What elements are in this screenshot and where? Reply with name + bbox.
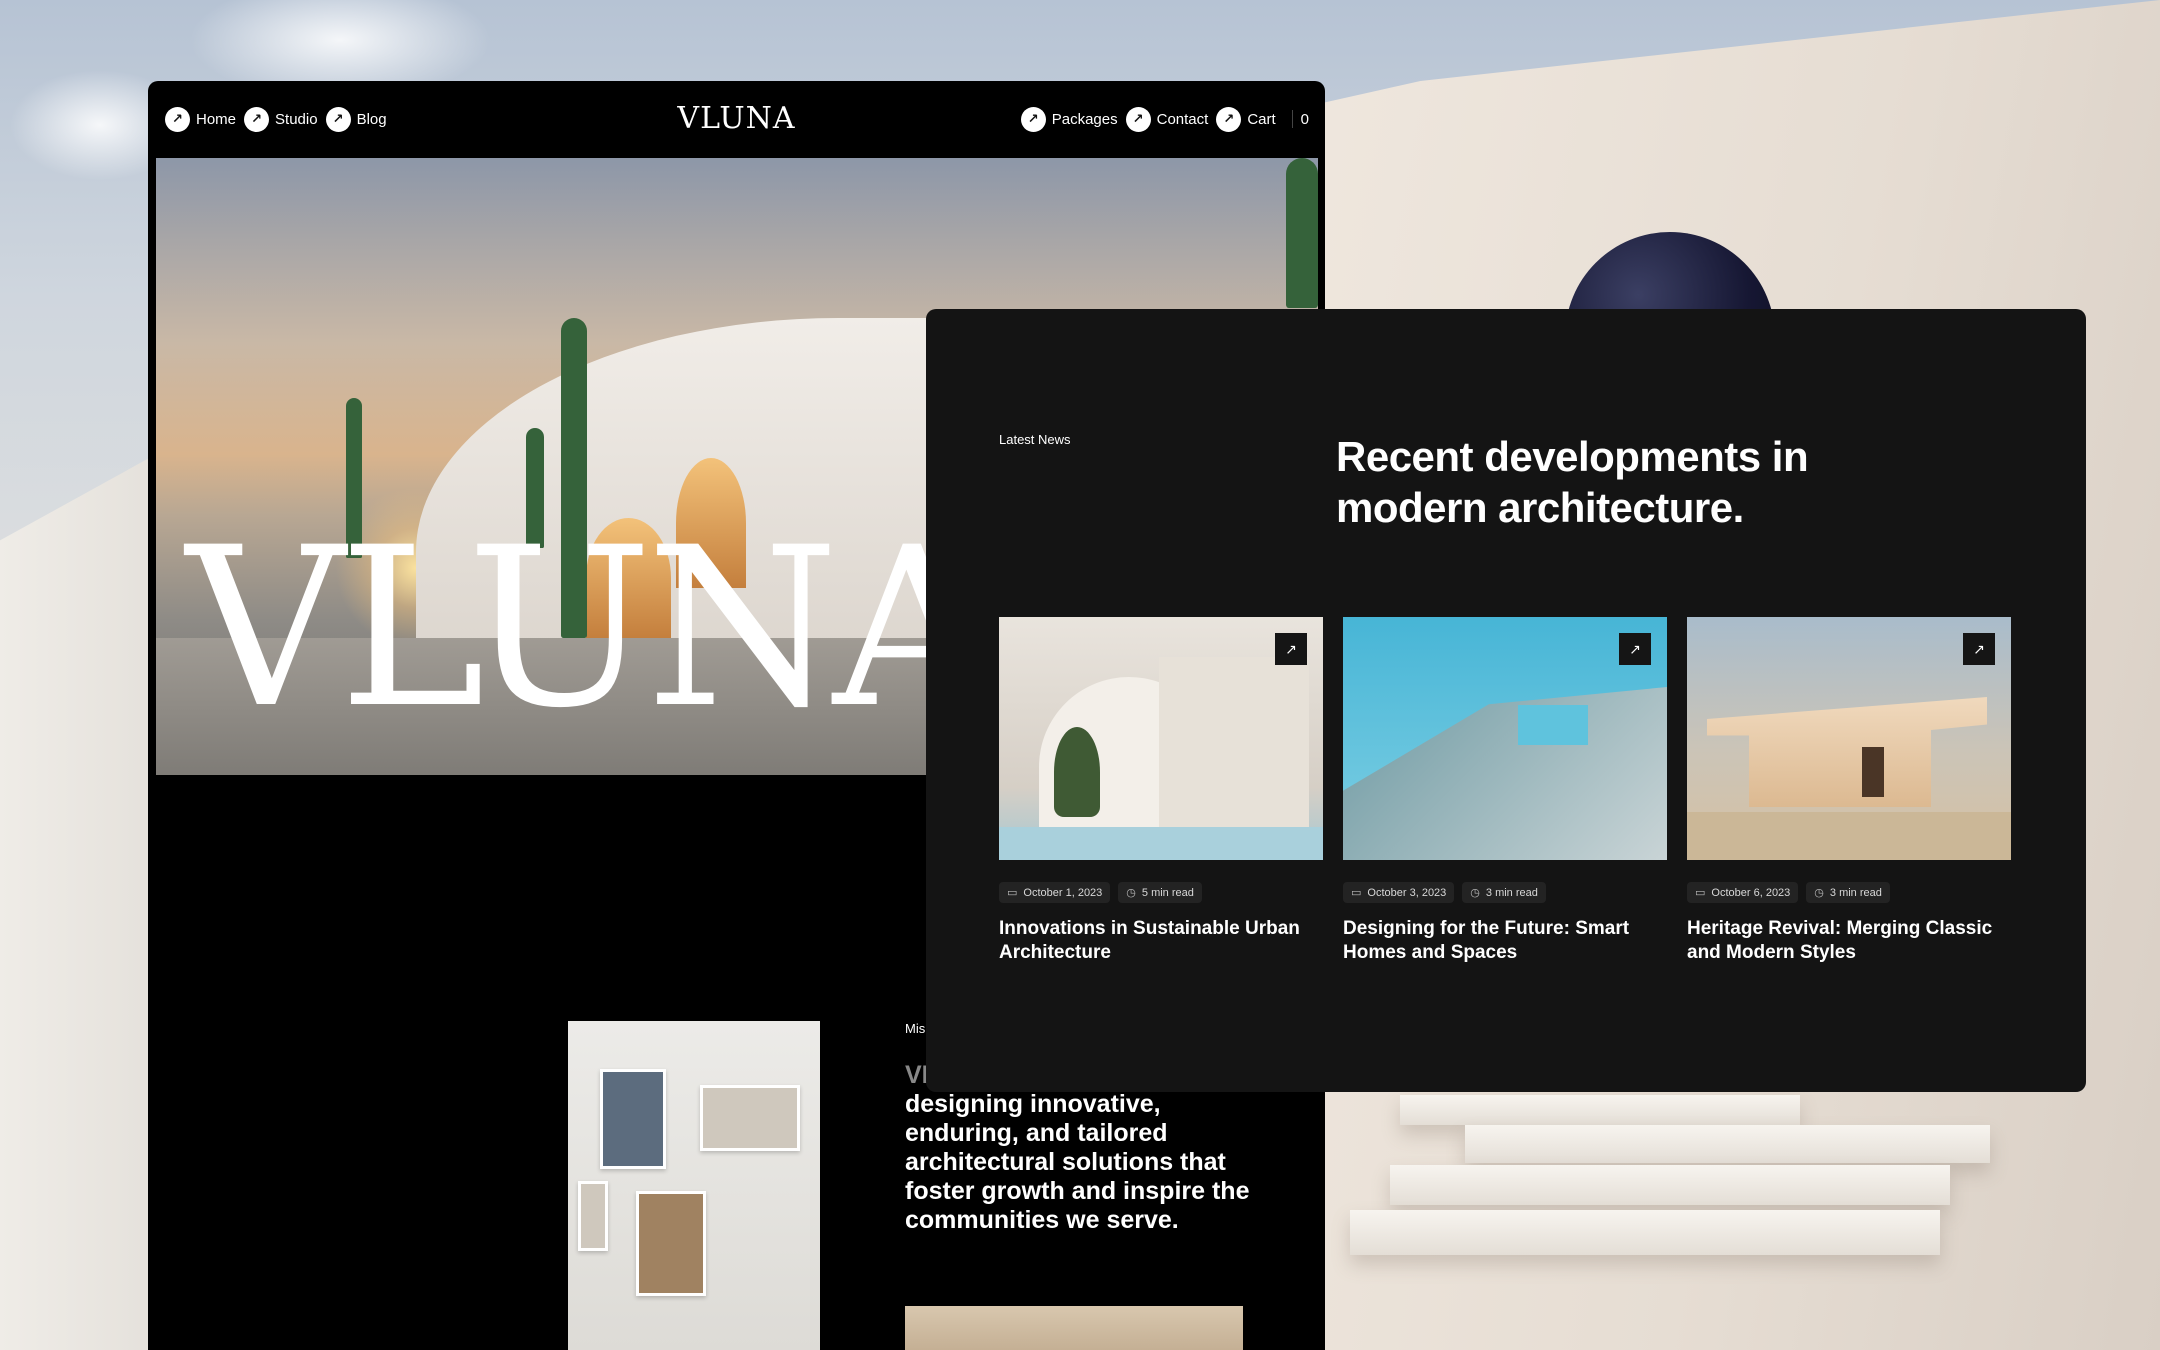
building-facade xyxy=(1343,687,1667,860)
clock-icon: ◷ xyxy=(1470,887,1480,899)
nav-label: Contact xyxy=(1156,110,1209,128)
article-title[interactable]: Heritage Revival: Merging Classic and Mo… xyxy=(1687,917,2011,965)
article-title[interactable]: Innovations in Sustainable Urban Archite… xyxy=(999,917,1323,965)
mission-thumbnail xyxy=(905,1306,1243,1350)
read-time: 3 min read xyxy=(1485,886,1538,899)
background-stair xyxy=(1390,1165,1950,1205)
read-time: 3 min read xyxy=(1829,886,1882,899)
article-meta: ▭ October 3, 2023 ◷ 3 min read xyxy=(1343,882,1667,903)
cart-count[interactable]: 0 xyxy=(1301,111,1309,128)
nav-item-contact[interactable]: ↗ Contact xyxy=(1125,106,1209,132)
read-time-badge: ◷ 3 min read xyxy=(1462,882,1546,903)
nav-item-cart[interactable]: ↗ Cart xyxy=(1216,106,1276,132)
pinned-photo xyxy=(578,1181,608,1251)
mission-eyebrow: Mis xyxy=(905,1021,926,1036)
hero-wordmark: VLUNA xyxy=(186,500,992,756)
house-wall xyxy=(1159,657,1309,837)
cactus xyxy=(1286,158,1318,308)
calendar-icon: ▭ xyxy=(1351,887,1362,899)
background-stair xyxy=(1350,1210,1940,1255)
news-card-image[interactable]: ↗ xyxy=(1343,617,1667,860)
article-title[interactable]: Designing for the Future: Smart Homes an… xyxy=(1343,917,1667,965)
article-date: October 6, 2023 xyxy=(1711,886,1791,899)
background-stair xyxy=(1400,1095,1800,1125)
nav-label: Cart xyxy=(1247,110,1276,128)
date-badge: ▭ October 3, 2023 xyxy=(1343,882,1455,903)
desert-ground xyxy=(1687,812,2011,860)
open-article-button[interactable]: ↗ xyxy=(1275,633,1307,665)
news-eyebrow: Latest News xyxy=(999,432,1071,447)
news-card-image[interactable]: ↗ xyxy=(1687,617,2011,860)
arrow-up-right-icon: ↗ xyxy=(1125,106,1151,132)
tree xyxy=(1054,727,1100,817)
read-time-badge: ◷ 5 min read xyxy=(1118,882,1202,903)
arrow-up-right-icon: ↗ xyxy=(1216,106,1242,132)
calendar-icon: ▭ xyxy=(1007,887,1018,899)
article-meta: ▭ October 6, 2023 ◷ 3 min read xyxy=(1687,882,2011,903)
article-date: October 3, 2023 xyxy=(1367,886,1447,899)
nav-right-group: ↗ Packages ↗ Contact ↗ Cart 0 xyxy=(1020,105,1309,133)
article-date: October 1, 2023 xyxy=(1023,886,1103,899)
calendar-icon: ▭ xyxy=(1695,887,1706,899)
background-stair xyxy=(1465,1125,1990,1163)
nav-item-packages[interactable]: ↗ Packages xyxy=(1020,106,1118,132)
nav-label: Packages xyxy=(1051,110,1118,128)
latest-news-panel: Latest News Recent developments in moder… xyxy=(926,309,2086,1092)
mission-text-visible: designing innovative, enduring, and tail… xyxy=(905,1090,1250,1234)
news-card[interactable]: ↗ ▭ October 6, 2023 ◷ 3 min read Heritag… xyxy=(1687,617,2011,965)
clock-icon: ◷ xyxy=(1126,887,1136,899)
pinned-photo xyxy=(600,1069,666,1169)
arrow-up-right-icon: ↗ xyxy=(1020,106,1046,132)
open-article-button[interactable]: ↗ xyxy=(1619,633,1651,665)
read-time: 5 min read xyxy=(1141,886,1194,899)
house-door xyxy=(1862,747,1884,797)
news-heading: Recent developments in modern architectu… xyxy=(1336,433,1809,531)
pinned-photo xyxy=(700,1085,800,1151)
date-badge: ▭ October 6, 2023 xyxy=(1687,882,1799,903)
divider xyxy=(1291,110,1293,128)
building-opening xyxy=(1518,705,1588,745)
clock-icon: ◷ xyxy=(1814,887,1824,899)
news-card-image[interactable]: ↗ xyxy=(999,617,1323,860)
pinned-photo xyxy=(636,1191,706,1296)
news-card[interactable]: ↗ ▭ October 1, 2023 ◷ 5 min read Innovat… xyxy=(999,617,1323,965)
date-badge: ▭ October 1, 2023 xyxy=(999,882,1111,903)
news-card[interactable]: ↗ ▭ October 3, 2023 ◷ 3 min read Designi… xyxy=(1343,617,1667,965)
open-article-button[interactable]: ↗ xyxy=(1963,633,1995,665)
pool xyxy=(999,827,1323,860)
top-navigation: ↗ Home ↗ Studio ↗ Blog VLUNA ↗ Packages … xyxy=(148,81,1325,157)
modern-house xyxy=(1707,697,1987,807)
article-meta: ▭ October 1, 2023 ◷ 5 min read xyxy=(999,882,1323,903)
mission-photo xyxy=(568,1021,820,1350)
read-time-badge: ◷ 3 min read xyxy=(1806,882,1890,903)
